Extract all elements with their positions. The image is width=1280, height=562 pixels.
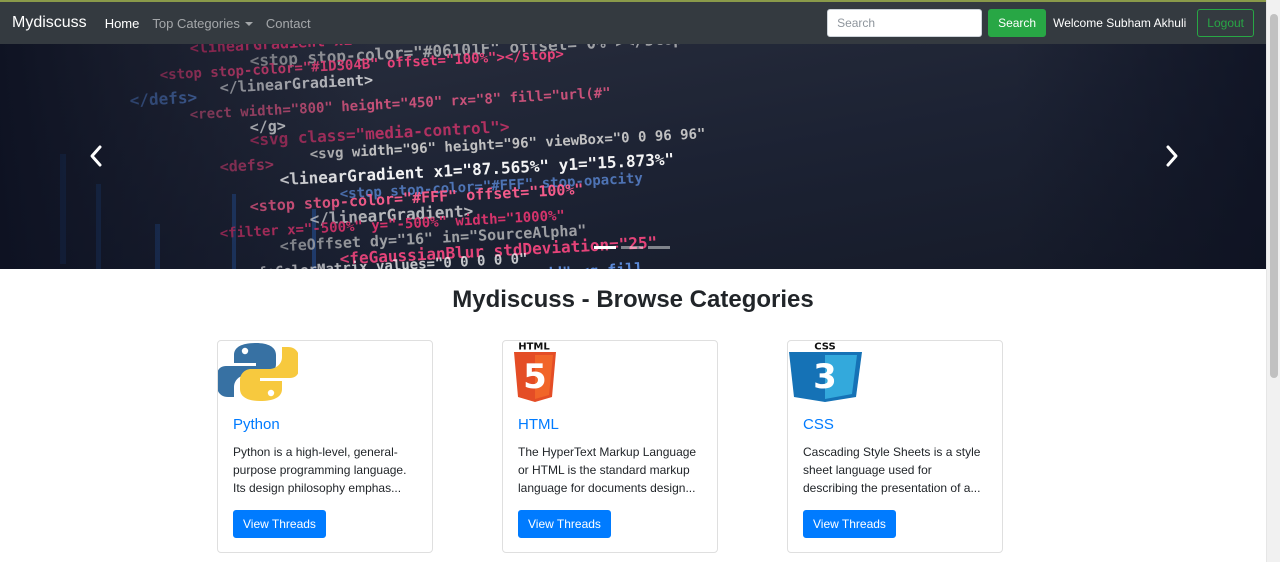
navbar-right-group: Search Welcome Subham Akhuli Logout [827,9,1254,37]
css3-logo-icon: CSS 3 [789,342,862,402]
carousel-indicator[interactable] [621,246,643,249]
carousel-code-image: <defs> height="450" viewBox="0 0 800 450… [0,44,1266,269]
page: Mydiscuss Home Top Categories Contact Se… [0,0,1280,562]
category-card-html: HTML 5 HTML The HyperText Markup Languag… [502,340,718,553]
navbar: Mydiscuss Home Top Categories Contact Se… [0,0,1266,44]
html-logo-text: HTML [518,342,550,353]
carousel-indicator[interactable] [648,246,670,249]
css-logo-digit: 3 [813,357,837,397]
nav-dropdown-top-categories[interactable]: Top Categories [152,15,253,31]
card-description: Cascading Style Sheets is a style sheet … [803,445,981,495]
python-logo-icon [218,343,298,401]
carousel-indicators [594,246,670,249]
carousel-indicator[interactable] [594,246,616,249]
carousel-prev-control[interactable] [86,144,106,168]
hero-carousel: <defs> height="450" viewBox="0 0 800 450… [0,44,1266,269]
card-description: Python is a high-level, general-purpose … [233,445,407,495]
view-threads-button[interactable]: View Threads [233,510,326,538]
card-title[interactable]: Python [233,416,280,433]
view-threads-button[interactable]: View Threads [803,510,896,538]
page-scrollbar[interactable] [1266,0,1280,562]
nav-link-home[interactable]: Home [105,16,140,31]
search-button[interactable]: Search [988,9,1047,37]
category-card-css: CSS 3 CSS Cascading Style Sheets is a st… [787,340,1003,553]
nav-dropdown-label: Top Categories [152,15,240,31]
card-title[interactable]: HTML [518,416,559,433]
carousel-next-control[interactable] [1162,144,1182,168]
chevron-left-icon [90,145,102,167]
css-logo-text: CSS [814,342,835,353]
logout-button[interactable]: Logout [1197,9,1254,37]
view-threads-button[interactable]: View Threads [518,510,611,538]
card-description: The HyperText Markup Language or HTML is… [518,445,697,495]
card-title[interactable]: CSS [803,416,834,433]
html-logo-digit: 5 [523,357,547,397]
page-title: Mydiscuss - Browse Categories [452,286,814,313]
html5-logo-icon: HTML 5 [514,342,556,402]
scrollbar-thumb[interactable] [1270,14,1278,378]
nav-link-contact[interactable]: Contact [266,16,311,31]
welcome-text: Welcome Subham Akhuli [1053,16,1187,30]
search-input[interactable] [827,9,983,37]
brand-logo-link[interactable]: Mydiscuss [12,14,87,32]
chevron-right-icon [1166,145,1178,167]
category-card-python: Python Python is a high-level, general-p… [217,340,433,553]
caret-down-icon [244,22,253,27]
